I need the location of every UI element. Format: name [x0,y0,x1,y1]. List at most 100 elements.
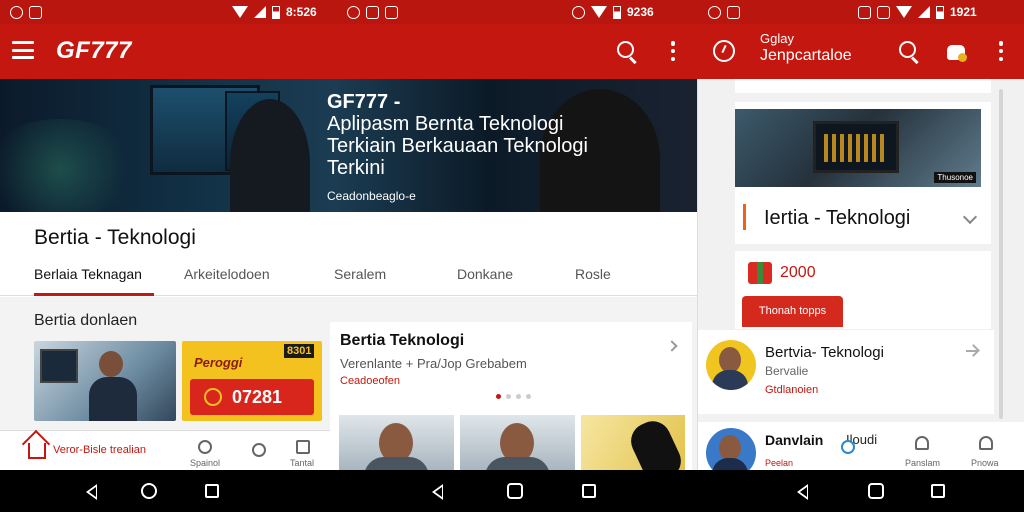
recents-icon[interactable] [582,484,596,498]
status-time: 9236 [627,5,654,19]
nav-home-label[interactable]: Veror-Bisle trealian [53,444,146,456]
hero-glow [0,119,140,212]
promo-banner[interactable]: Peroggi 8301 07281 [182,341,322,421]
nav-label[interactable]: Panslam [905,458,940,468]
back-icon[interactable] [86,484,97,500]
rp-row-tag: Gtdlanoien [765,384,819,396]
rp-amount: 2000 [780,264,816,281]
discover-icon[interactable] [252,443,266,457]
home-button-icon[interactable] [507,483,523,499]
card-title: Bertia Teknologi [340,332,465,349]
more-options-icon[interactable] [670,41,676,61]
nav-label[interactable]: Spainol [190,458,220,468]
rp-section-title[interactable]: Iertia - Teknologi [764,207,910,230]
battery-icon [613,5,621,19]
app-bar: GF777 Gglay Jenpcartaloe [0,24,1024,79]
status-cluster-1: 8:526 [232,4,317,20]
profile-icon[interactable] [915,436,929,450]
recents-icon[interactable] [931,484,945,498]
thumb-monitor [40,349,78,383]
tab-arkeitelodoen[interactable]: Arkeitelodoen [184,266,270,296]
status-cluster-2: 9236 [572,4,654,20]
hero-person [230,99,310,212]
battery-icon [936,5,944,19]
sync-icon [10,5,23,19]
bottom-nav: Veror-Bisle trealian Spainol Tantal [0,430,330,470]
news-card[interactable]: Bertia Teknologi Verenlante + Pra/Jop Gr… [330,322,692,470]
rp-bottom-row: Danvlain Iloudi Peelan Panslam Pnowa [698,422,1024,478]
system-nav-bar [0,470,1024,512]
back-icon[interactable] [797,484,808,500]
rp-featured-image[interactable]: Thusonoe [735,109,981,187]
tab-rosle[interactable]: Rosle [575,266,611,296]
rp-row-title[interactable]: Danvlain [765,432,823,448]
menu-icon[interactable] [12,41,34,59]
scrollbar[interactable] [999,89,1003,419]
sync-icon [708,5,721,19]
more-options-icon[interactable] [998,41,1004,61]
thumb-shirt [485,457,550,470]
home-button-icon[interactable] [868,483,884,499]
hero-text: GF777 - Aplipasm Bernta Teknologi Terkia… [327,91,627,203]
arrow-right-icon[interactable] [966,350,978,352]
recents-icon[interactable] [205,484,219,498]
home-icon[interactable] [28,443,46,459]
rp-action-button[interactable]: Thonah topps [742,296,843,327]
nav-label[interactable]: Tantal [290,458,314,468]
nav-label[interactable]: Peelan [765,458,793,468]
app-title: GF777 [56,37,132,64]
search-icon[interactable] [616,40,638,62]
app-notification-icon [29,5,42,19]
back-icon[interactable] [432,484,443,500]
right-panel: Thusonoe Iertia - Teknologi 2000 Thonah … [697,79,1024,478]
avatar-shirt [712,370,748,390]
app-notification-icon [727,5,740,19]
account-icon[interactable] [979,436,993,450]
thumb-person-body [89,377,137,421]
tab-seralem[interactable]: Seralem [334,266,386,296]
tab-berita-teknologi[interactable]: Berlaia Teknagan [34,266,154,296]
carousel-dots [496,394,531,399]
tab-donkane[interactable]: Donkane [457,266,513,296]
battery-icon [272,5,280,19]
message-icon [385,5,398,19]
rp-image-brand: Thusonoe [934,172,976,183]
right-title-line1: Gglay [760,31,794,46]
vibrate-icon [877,5,890,19]
compass-icon[interactable] [713,40,735,62]
nav-label[interactable]: Pnowa [971,458,999,468]
profile-icon[interactable] [296,440,310,454]
article-thumbnail[interactable] [34,341,176,421]
card-thumbnail[interactable] [339,415,454,470]
main-panel: Bertia - Teknologi Berlaia Teknagan Arke… [0,212,697,470]
hero-title: GF777 - [327,91,401,113]
search-icon[interactable] [898,40,920,62]
card-thumbnail[interactable] [581,415,685,470]
sub-section-title: Bertia donlaen [34,312,138,329]
card-subtitle: Verenlante + Pra/Jop Grebabem [340,356,527,371]
rp-laptop [813,121,899,173]
status-cluster-3: 1921 [858,4,977,20]
sync-icon [347,5,360,19]
rp-list-item[interactable]: Bertvia- Teknologi Bervalie Gtdlanoien [698,330,994,414]
wifi-icon [896,6,912,18]
card-thumbnail[interactable] [460,415,575,470]
rp-row-title: Bertvia- Teknologi [765,344,884,361]
signal-icon [918,6,930,18]
location-icon[interactable] [198,440,212,454]
hero-banner[interactable]: GF777 - Aplipasm Bernta Teknologi Terkia… [0,79,697,212]
signal-icon [254,6,266,18]
thumb-shirt [364,457,429,470]
status-left-icons [10,4,42,20]
discover-icon[interactable] [841,440,855,454]
status-time: 1921 [950,5,977,19]
section-title: Bertia - Teknologi [34,226,196,249]
chevron-right-icon[interactable] [666,340,678,352]
avatar [706,340,756,390]
status-bar: 8:526 9236 1921 [0,0,1024,24]
extension-icon[interactable] [944,39,968,63]
home-button-icon[interactable] [141,483,157,499]
sync-icon [572,5,585,19]
gift-icon [748,262,772,284]
thumb-person-head [99,351,123,377]
